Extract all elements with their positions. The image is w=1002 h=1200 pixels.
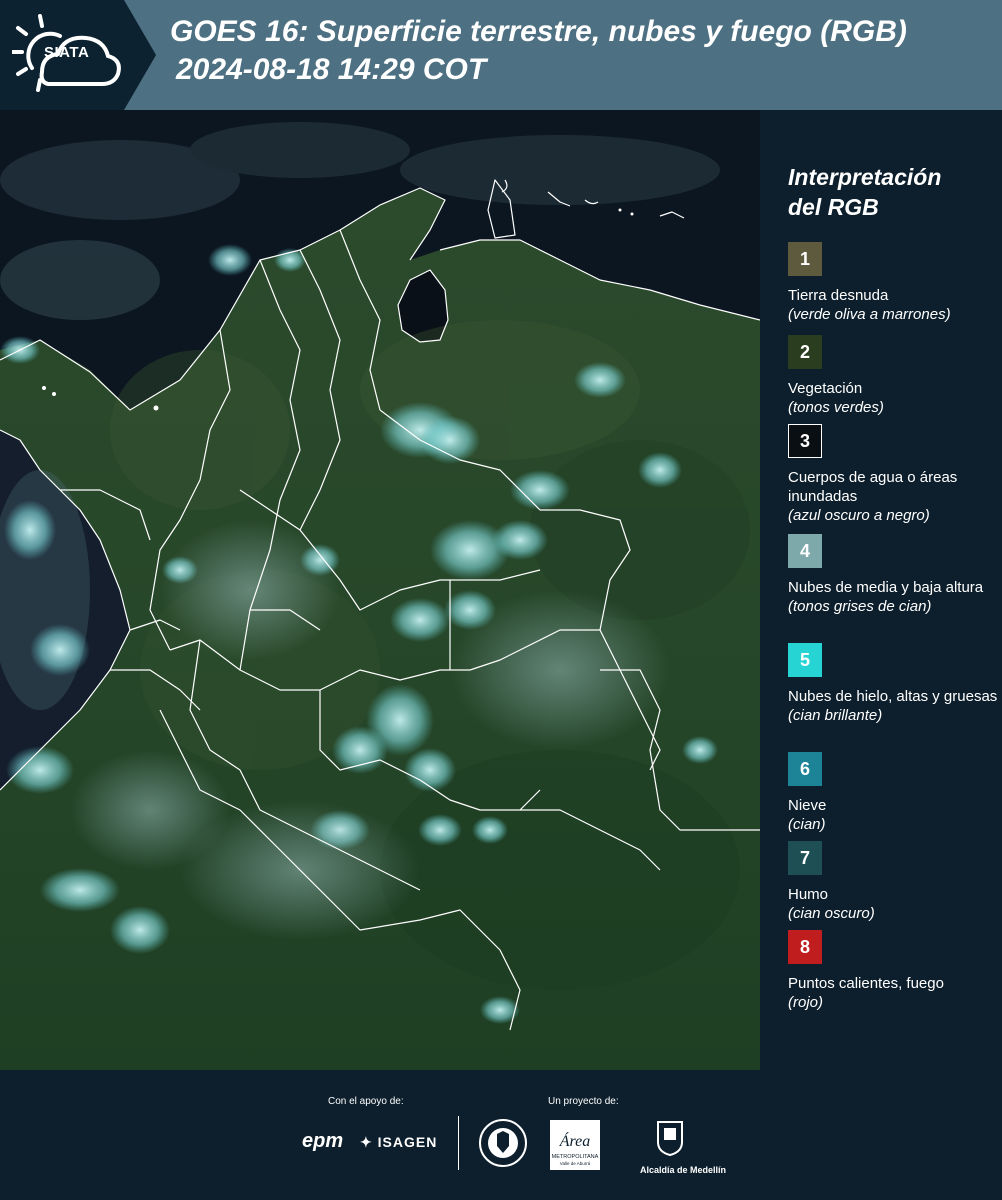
legend-item-3: 3 Cuerpos de agua o áreas inundadas (azu… xyxy=(788,424,998,525)
legend-item-5: 5 Nubes de hielo, altas y gruesas (cian … xyxy=(788,643,998,725)
legend-label: Nubes de hielo, altas y gruesas xyxy=(788,688,998,705)
legend-desc: (tonos verdes) xyxy=(788,399,884,416)
svg-text:Valle de Aburrá: Valle de Aburrá xyxy=(560,1161,591,1166)
isagen-logo[interactable]: ✦ ISAGEN xyxy=(360,1134,437,1151)
legend-swatch-2: 2 xyxy=(788,335,822,369)
support-label: Con el apoyo de: xyxy=(328,1096,404,1107)
legend-item-6: 6 Nieve (cian) xyxy=(788,752,998,834)
satellite-image xyxy=(0,110,760,1070)
legend-desc: (cian) xyxy=(788,816,826,833)
legend-swatch-7: 7 xyxy=(788,841,822,875)
university-seal-icon[interactable] xyxy=(478,1118,528,1168)
image-datetime: 2024-08-18 14:29 COT xyxy=(176,53,487,86)
header-bar: SIATA GOES 16: Superficie terrestre, nub… xyxy=(0,0,1002,110)
legend-label: Cuerpos de agua o áreas inundadas xyxy=(788,469,958,505)
project-label: Un proyecto de: xyxy=(548,1096,619,1107)
rgb-legend: Interpretación del RGB 1 Tierra desnuda … xyxy=(760,110,1002,1070)
legend-item-1: 1 Tierra desnuda (verde oliva a marrones… xyxy=(788,242,998,324)
isagen-mark-icon: ✦ xyxy=(360,1134,378,1150)
legend-item-8: 8 Puntos calientes, fuego (rojo) xyxy=(788,930,998,1012)
legend-swatch-8: 8 xyxy=(788,930,822,964)
legend-item-4: 4 Nubes de media y baja altura (tonos gr… xyxy=(788,534,998,616)
siata-logo[interactable]: SIATA xyxy=(0,0,156,110)
page-title: GOES 16: Superficie terrestre, nubes y f… xyxy=(170,15,907,48)
logo-text: SIATA xyxy=(44,44,90,61)
svg-text:METROPOLITANA: METROPOLITANA xyxy=(552,1154,599,1160)
legend-desc: (cian oscuro) xyxy=(788,905,875,922)
legend-label: Tierra desnuda xyxy=(788,287,889,304)
legend-item-2: 2 Vegetación (tonos verdes) xyxy=(788,335,998,417)
footer-sponsors: Con el apoyo de: Un proyecto de: epm ✦ I… xyxy=(0,1070,1002,1200)
legend-desc: (tonos grises de cian) xyxy=(788,598,932,615)
legend-label: Humo xyxy=(788,886,829,903)
legend-desc: (verde oliva a marrones) xyxy=(788,306,951,323)
legend-label: Nubes de media y baja altura xyxy=(788,579,984,596)
legend-desc: (azul oscuro a negro) xyxy=(788,507,930,524)
epm-logo[interactable]: epm xyxy=(302,1130,343,1153)
alcaldia-name: Alcaldía de Medellín xyxy=(640,1165,727,1175)
legend-swatch-6: 6 xyxy=(788,752,822,786)
legend-desc: (cian brillante) xyxy=(788,707,883,724)
legend-swatch-3: 3 xyxy=(788,424,822,458)
alcaldia-medellin-logo[interactable]: Alcaldía de Medellín xyxy=(640,1120,726,1175)
coat-of-arms-icon xyxy=(657,1121,683,1157)
area-metropolitana-logo[interactable]: Área METROPOLITANA Valle de Aburrá xyxy=(550,1120,600,1170)
legend-desc: (rojo) xyxy=(788,994,824,1011)
legend-title: Interpretación del RGB xyxy=(788,164,942,220)
legend-item-7: 7 Humo (cian oscuro) xyxy=(788,841,998,923)
svg-text:Área: Área xyxy=(559,1131,591,1150)
legend-swatch-1: 1 xyxy=(788,242,822,276)
footer-divider xyxy=(458,1116,459,1170)
legend-swatch-4: 4 xyxy=(788,534,822,568)
satellite-map[interactable] xyxy=(0,110,760,1070)
legend-swatch-5: 5 xyxy=(788,643,822,677)
legend-label: Puntos calientes, fuego xyxy=(788,975,944,992)
legend-label: Vegetación xyxy=(788,380,863,397)
legend-label: Nieve xyxy=(788,797,827,814)
